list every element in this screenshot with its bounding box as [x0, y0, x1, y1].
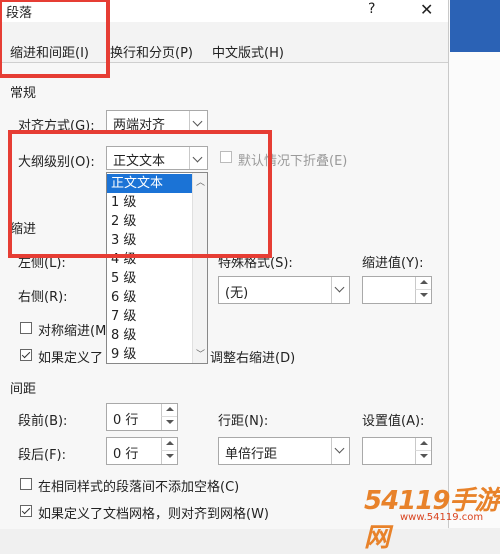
dropdown-option[interactable]: 9 级 — [107, 345, 192, 364]
chevron-down-icon — [331, 438, 349, 464]
document-background — [448, 0, 500, 528]
ribbon-strip — [450, 0, 500, 52]
special-value: (无) — [225, 286, 249, 301]
annotation-box — [8, 130, 272, 258]
indent-by-label: 缩进值(Y): — [362, 256, 424, 271]
no-space-checkbox[interactable] — [20, 478, 32, 490]
auto-adjust-label-suffix: 调整右缩进(D) — [210, 351, 296, 366]
spin-down-icon[interactable] — [161, 451, 177, 464]
after-label: 段后(F): — [18, 448, 67, 463]
dropdown-option[interactable]: 7 级 — [107, 307, 192, 326]
watermark-url: www.54119.com — [400, 512, 484, 523]
at-label: 设置值(A): — [362, 414, 425, 429]
dropdown-option[interactable]: 6 级 — [107, 288, 192, 307]
space-after-value: 0 行 — [113, 447, 139, 462]
snap-grid-label: 如果定义了文档网格，则对齐到网格(W) — [38, 507, 269, 522]
auto-adjust-checkbox[interactable] — [20, 349, 32, 361]
spin-up-icon[interactable] — [161, 404, 177, 417]
tab-asian-typography[interactable]: 中文版式(H) — [210, 38, 290, 62]
annotation-box — [0, 0, 110, 78]
no-space-label: 在相同样式的段落间不添加空格(C) — [38, 480, 240, 495]
spin-down-icon[interactable] — [415, 451, 431, 464]
space-before-spinner[interactable]: 0 行 — [106, 403, 178, 431]
close-button[interactable]: ✕ — [420, 0, 433, 19]
space-after-spinner[interactable]: 0 行 — [106, 437, 178, 465]
at-spinner[interactable] — [362, 437, 432, 465]
mirror-indents-checkbox[interactable] — [20, 322, 32, 334]
before-label: 段前(B): — [18, 414, 68, 429]
watermark-logo: 54119手游网 www.54119.com — [360, 480, 500, 553]
tab-label: 换行和分页(P) — [110, 46, 193, 61]
scroll-down-icon[interactable]: ﹀ — [196, 347, 205, 360]
section-spacing: 间距 — [10, 382, 37, 397]
tab-line-page-breaks[interactable]: 换行和分页(P) — [110, 38, 202, 62]
space-before-value: 0 行 — [113, 413, 139, 428]
tab-label: 中文版式(H) — [212, 46, 284, 61]
line-spacing-value: 单倍行距 — [225, 447, 278, 462]
auto-adjust-label-prefix: 如果定义了 — [38, 351, 104, 366]
snap-grid-checkbox[interactable] — [20, 505, 32, 517]
spin-up-icon[interactable] — [415, 277, 431, 290]
paragraph-dialog: 段落 ? ✕ 缩进和间距(I) 换行和分页(P) 中文版式(H) 常规 对齐方式… — [0, 0, 448, 529]
spin-down-icon[interactable] — [161, 417, 177, 430]
special-select[interactable]: (无) — [218, 276, 350, 304]
chevron-down-icon — [331, 277, 349, 303]
dropdown-option[interactable]: 8 级 — [107, 326, 192, 345]
dropdown-option[interactable]: 5 级 — [107, 269, 192, 288]
help-button[interactable]: ? — [368, 1, 375, 17]
spin-up-icon[interactable] — [161, 438, 177, 451]
spin-down-icon[interactable] — [415, 290, 431, 303]
mirror-indents-label: 对称缩进(M) — [38, 324, 112, 339]
line-spacing-select[interactable]: 单倍行距 — [218, 437, 350, 465]
indent-by-spinner[interactable] — [362, 276, 432, 304]
spin-up-icon[interactable] — [415, 438, 431, 451]
right-indent-label: 右侧(R): — [18, 290, 68, 305]
line-spacing-label: 行距(N): — [218, 414, 269, 429]
section-general: 常规 — [10, 86, 37, 101]
